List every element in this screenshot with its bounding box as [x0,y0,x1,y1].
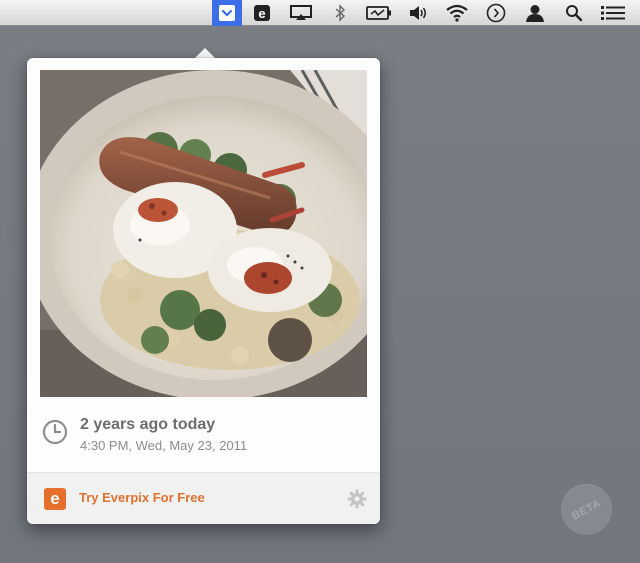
menu-bar: e [0,0,640,26]
everpix-menu-icon[interactable] [212,0,242,26]
airplay-icon[interactable] [281,0,320,26]
evernote-icon[interactable]: e [242,0,281,26]
flashback-info: 2 years ago today 4:30 PM, Wed, May 23, … [27,406,380,472]
battery-charging-icon[interactable] [359,0,398,26]
spotlight-search-icon[interactable] [554,0,593,26]
gear-icon[interactable] [347,489,367,509]
clock-icon [42,419,68,445]
beta-badge: BETA [561,484,612,535]
flashback-photo[interactable] [40,70,367,397]
svg-text:e: e [258,6,265,21]
flashback-timestamp: 4:30 PM, Wed, May 23, 2011 [80,438,248,453]
popover-footer: e Try Everpix For Free [27,472,380,524]
try-everpix-link[interactable]: Try Everpix For Free [79,490,205,505]
time-machine-icon[interactable] [476,0,515,26]
user-icon[interactable] [515,0,554,26]
bluetooth-icon[interactable] [320,0,359,26]
volume-icon[interactable] [398,0,437,26]
beta-label: BETA [569,496,604,523]
everpix-flashback-popover: 2 years ago today 4:30 PM, Wed, May 23, … [27,58,380,524]
wifi-icon[interactable] [437,0,476,26]
notification-center-icon[interactable] [593,0,632,26]
everpix-logo-icon: e [44,488,66,510]
flashback-title: 2 years ago today [80,416,216,433]
